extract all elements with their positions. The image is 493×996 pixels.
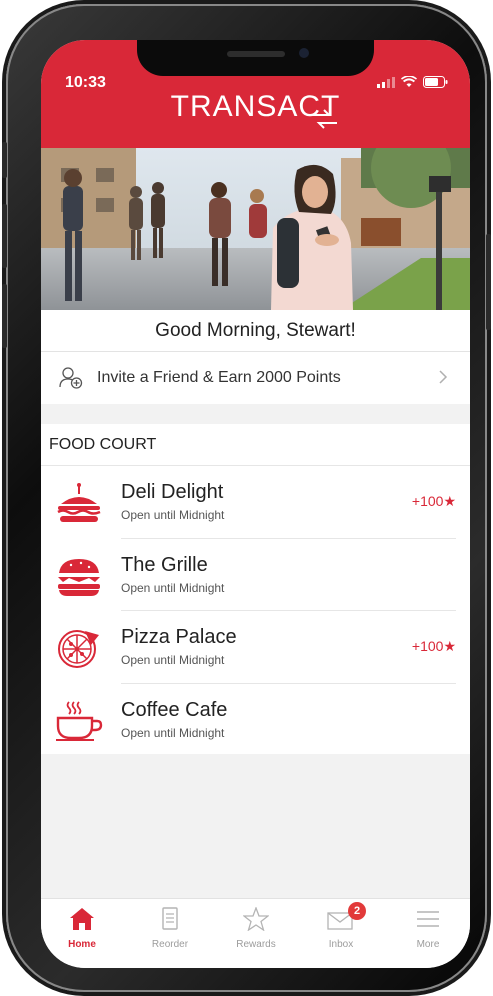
invite-label: Invite a Friend & Earn 2000 Points [97,369,341,386]
tab-rewards[interactable]: Rewards [221,906,291,950]
pizza-icon [58,630,99,668]
speaker-grille [227,51,285,57]
sandwich-icon [57,483,101,522]
food-court-section: FOOD COURT Deli Delight Open until Midni… [41,424,470,754]
phone-frame: 10:33 TRANSACT Good Morning, Stewart! In… [2,4,491,992]
list-item-the-grille[interactable]: The Grille Open until Midnight [41,539,470,611]
device-notch [137,40,374,76]
restaurant-name: Coffee Cafe [121,698,228,721]
burger-icon [58,558,100,596]
tab-label: More [416,939,440,950]
mute-switch [2,142,7,178]
transact-logo: TRANSACT [170,90,341,123]
inbox-badge: 2 [348,902,366,920]
star-icon: ★ [443,493,456,509]
tab-reorder[interactable]: Reorder [135,907,205,950]
chevron-right-icon [439,370,448,384]
volume-down-button [2,284,7,348]
power-button [486,234,491,330]
tab-label: Rewards [236,939,276,950]
hero-image [41,148,470,310]
list-item-coffee-cafe[interactable]: Coffee Cafe Open until Midnight [41,684,470,757]
greeting-text: Good Morning, Stewart! [155,320,356,341]
wifi-icon [401,76,417,87]
app-header: 10:33 TRANSACT [41,40,470,148]
menu-icon [417,911,439,927]
star-icon: ★ [443,638,456,654]
restaurant-name: The Grille [121,553,208,576]
points-badge: +100★ [412,493,456,510]
restaurant-hours: Open until Midnight [121,580,225,595]
star-icon [242,906,270,932]
battery-icon [423,76,448,88]
tab-home[interactable]: Home [47,907,117,950]
restaurant-hours: Open until Midnight [121,725,225,740]
tab-label: Inbox [328,939,354,950]
tab-label: Home [68,939,96,950]
points-badge: +100★ [412,638,456,655]
section-title: FOOD COURT [41,424,470,466]
bottom-tab-bar: Home Reorder Rewards 2 Inbox More [41,898,470,968]
points-value: +100 [411,638,444,654]
coffee-icon [56,700,103,741]
campus-photo [41,148,470,310]
points-value: +100 [411,493,444,509]
restaurant-name: Pizza Palace [121,626,237,648]
greeting-banner: Good Morning, Stewart! [41,310,470,352]
signal-icon [377,76,395,88]
restaurant-hours: Open until Midnight [121,653,225,667]
invite-friend-row[interactable]: Invite a Friend & Earn 2000 Points [41,352,470,404]
list-item-pizza-palace[interactable]: Pizza Palace Open until Midnight +100★ [41,611,470,684]
add-person-icon [59,367,83,389]
front-camera [299,48,309,58]
restaurant-name: Deli Delight [121,481,224,503]
logo-arrows-icon [311,109,337,129]
status-icons [377,76,448,88]
volume-up-button [2,204,7,268]
tab-inbox[interactable]: 2 Inbox [306,902,376,950]
list-item-deli-delight[interactable]: Deli Delight Open until Midnight +100★ [41,466,470,539]
home-icon [70,908,94,930]
app-screen: 10:33 TRANSACT Good Morning, Stewart! In… [41,40,470,968]
tab-label: Reorder [151,939,189,950]
tab-more[interactable]: More [393,907,463,950]
restaurant-hours: Open until Midnight [121,508,225,522]
reorder-icon [162,907,178,930]
